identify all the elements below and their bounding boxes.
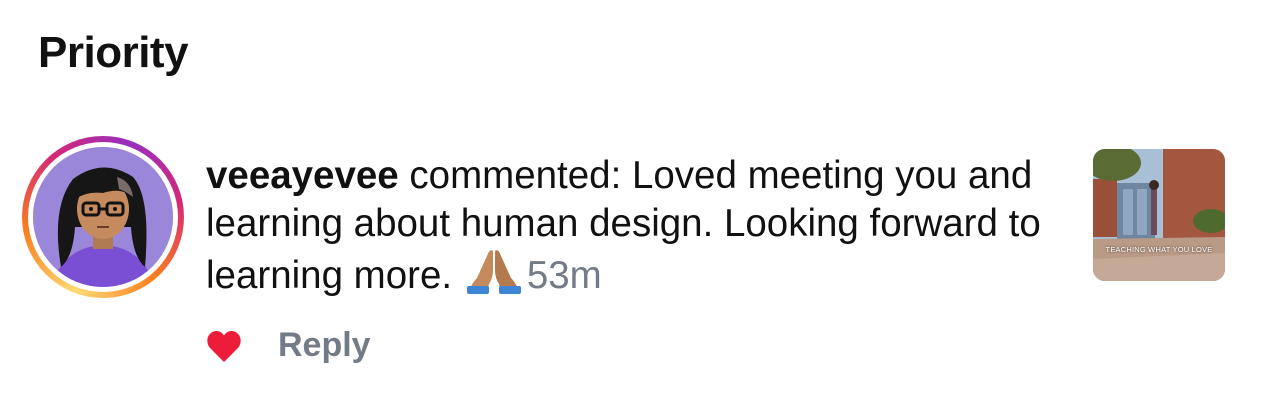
heart-icon[interactable] — [206, 329, 242, 363]
folded-hands-emoji — [466, 248, 521, 306]
action-text: commented: — [409, 154, 622, 197]
comment-actions: Reply — [206, 326, 371, 365]
notification-comment[interactable]: veeayevee commented: Loved meeting you a… — [206, 152, 1066, 306]
avatar-ring-gap — [28, 142, 178, 292]
post-thumbnail-image — [1093, 149, 1225, 281]
avatar-illustration — [33, 147, 173, 287]
avatar-story-ring[interactable] — [22, 136, 184, 298]
post-thumbnail[interactable]: TEACHING WHAT YOU LOVE — [1093, 149, 1225, 281]
thumbnail-caption: TEACHING WHAT YOU LOVE — [1105, 245, 1213, 254]
section-title: Priority — [38, 28, 189, 77]
reply-button[interactable]: Reply — [278, 326, 371, 365]
timestamp: 53m — [526, 254, 602, 297]
avatar[interactable] — [33, 147, 173, 287]
username[interactable]: veeayevee — [206, 154, 399, 197]
